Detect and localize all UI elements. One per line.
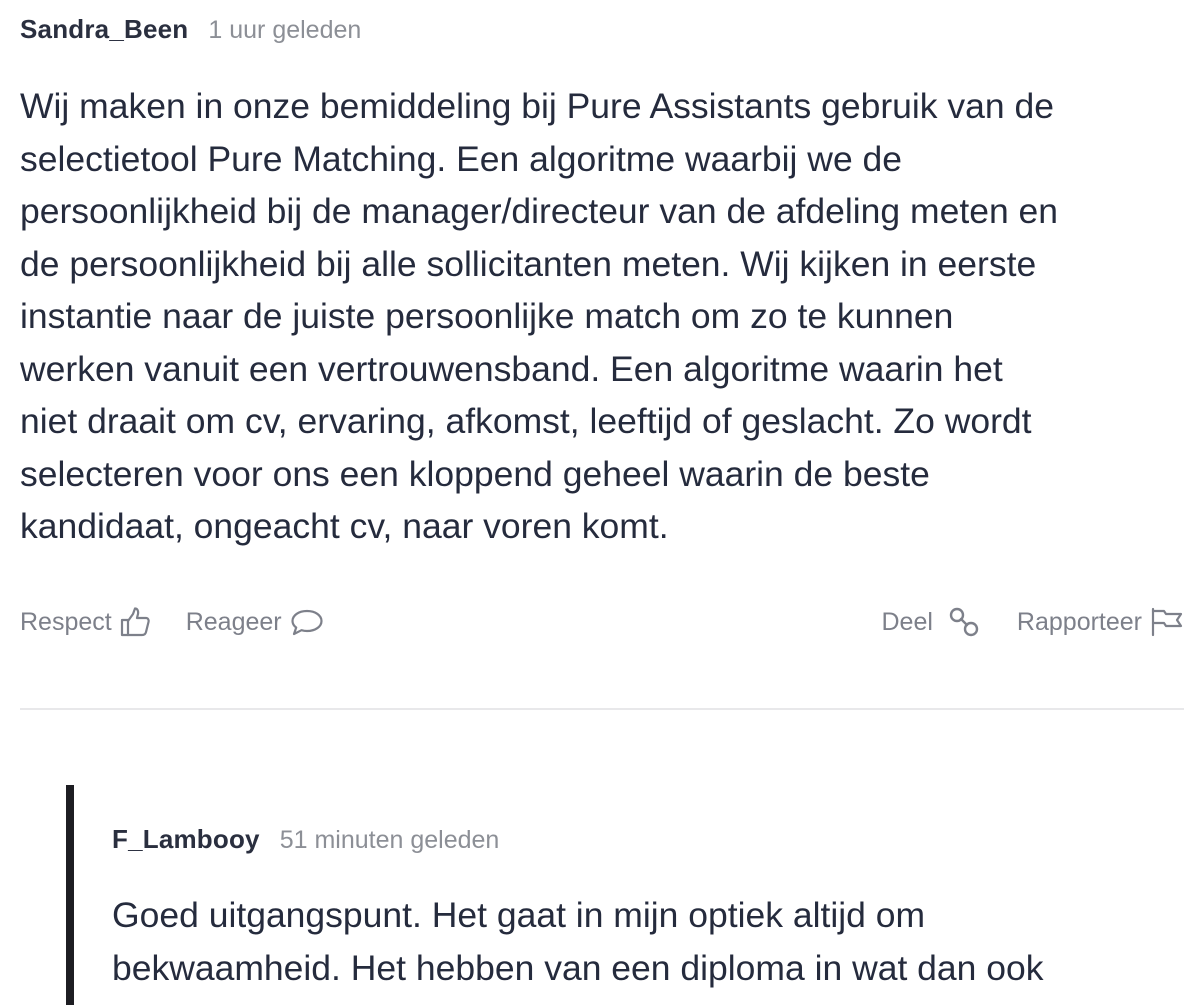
comment-line: kandidaat, ongeacht cv, naar voren komt. — [20, 506, 669, 546]
speech-bubble-icon — [290, 608, 324, 636]
respect-button[interactable]: Respect — [20, 606, 150, 638]
report-button[interactable]: Rapporteer — [1017, 607, 1184, 637]
report-label: Rapporteer — [1016, 607, 1142, 636]
divider — [20, 708, 1184, 710]
comment-line: werken vanuit een vertrouwensband. Een a… — [20, 348, 1003, 389]
comment-actions: Respect Reageer Deel Rapporteer — [20, 600, 1184, 644]
comment-meta: F_Lambooy 51 minuten geleden — [112, 824, 1184, 855]
respect-label: Respect — [20, 607, 112, 636]
comment-meta: Sandra_Been 1 uur geleden — [20, 14, 1184, 45]
comment-line: selecteren voor ons een kloppend geheel … — [20, 453, 930, 494]
comment-body: Goed uitgangspunt. Het gaat in mijn opti… — [112, 889, 1184, 994]
comment-line: persoonlijkheid bij de manager/directeur… — [20, 191, 1059, 231]
reply-label: Reageer — [185, 607, 282, 636]
comment-line: instantie naar de juiste persoonlijke ma… — [20, 296, 954, 336]
share-button[interactable]: Deel — [882, 605, 981, 639]
comment-line: Goed uitgangspunt. Het gaat in mijn opti… — [112, 895, 926, 935]
comment-line: Wij maken in onze bemiddeling bij Pure A… — [20, 86, 1054, 126]
comment-timestamp: 1 uur geleden — [208, 16, 362, 44]
comment-line: selectietool Pure Matching. Een algoritm… — [20, 138, 903, 179]
reply-button[interactable]: Reageer — [186, 608, 324, 637]
thumbs-up-icon — [120, 606, 150, 638]
comment-author[interactable]: F_Lambooy — [112, 824, 260, 855]
comment-line: bekwaamheid. Het hebben van een diploma … — [112, 947, 1044, 988]
flag-icon — [1150, 607, 1184, 637]
comment: Sandra_Been 1 uur geleden Wij maken in o… — [20, 14, 1184, 553]
comment-body: Wij maken in onze bemiddeling bij Pure A… — [20, 80, 1184, 553]
comment-timestamp: 51 minuten geleden — [279, 826, 500, 854]
reply-thread-bar — [66, 785, 74, 1005]
link-icon — [947, 605, 981, 639]
reply-comment: F_Lambooy 51 minuten geleden Goed uitgan… — [112, 824, 1184, 994]
comment-author[interactable]: Sandra_Been — [20, 14, 188, 45]
share-label: Deel — [881, 607, 933, 636]
comment-line: de persoonlijkheid bij alle sollicitante… — [20, 243, 1037, 284]
comment-line: niet draait om cv, ervaring, afkomst, le… — [20, 401, 1032, 441]
